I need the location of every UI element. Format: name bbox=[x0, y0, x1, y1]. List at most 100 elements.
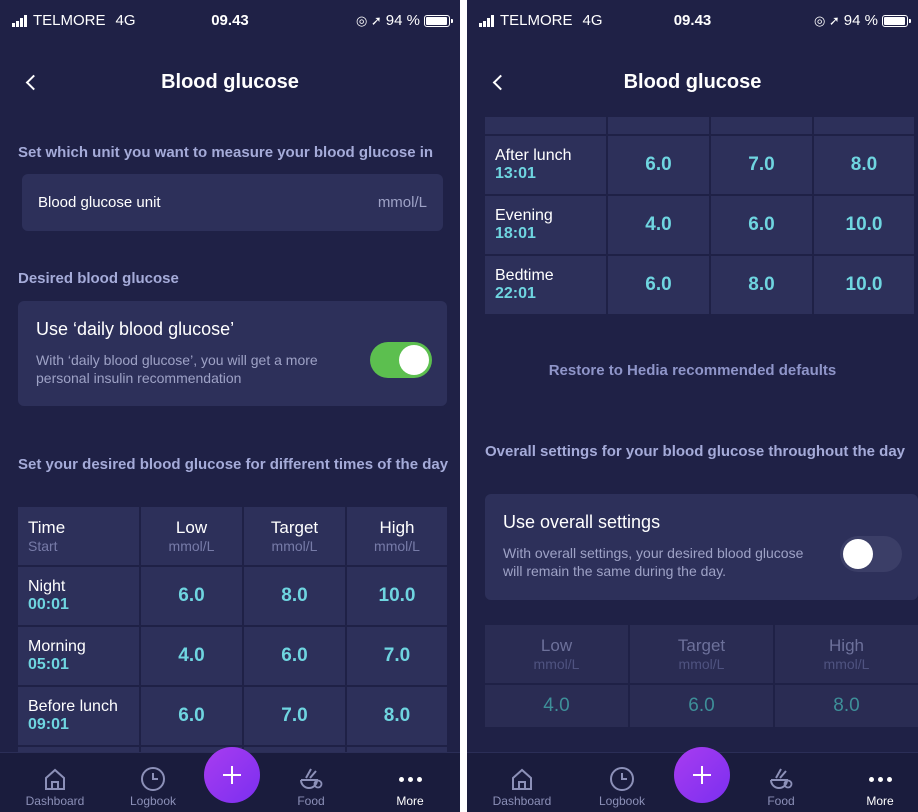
glucose-low-value[interactable]: 6.0 bbox=[141, 567, 242, 625]
overall-value: 8.0 bbox=[775, 685, 918, 727]
time-slot-start: 22:01 bbox=[495, 285, 536, 302]
glucose-target-value[interactable]: 8.0 bbox=[711, 256, 812, 314]
overall-header-cell: Low mmol/L bbox=[485, 625, 628, 683]
glucose-low-value[interactable]: 6.0 bbox=[608, 256, 709, 314]
table-header-cell: Time Start bbox=[18, 507, 139, 565]
daily-glucose-card: Use ‘daily blood glucose’ With ‘daily bl… bbox=[18, 301, 447, 406]
header-label: Target bbox=[270, 518, 319, 537]
time-slot-name: Morning bbox=[28, 638, 86, 655]
time-slot-start: 13:01 bbox=[495, 165, 536, 182]
page-title: Blood glucose bbox=[161, 71, 299, 93]
food-icon bbox=[741, 764, 821, 794]
overall-value: 4.0 bbox=[485, 685, 628, 727]
battery-icon bbox=[882, 14, 911, 27]
time-slot-cell[interactable]: Night 00:01 bbox=[18, 567, 139, 625]
time-slot-cell[interactable]: 11:01 bbox=[485, 117, 606, 134]
more-icon bbox=[370, 764, 450, 794]
home-icon bbox=[482, 764, 562, 794]
daily-glucose-description: With ‘daily blood glucose’, you will get… bbox=[36, 352, 318, 386]
left-screen: TELMORE 4G 09.43 ◎ ➚ 94 % Blood glucose … bbox=[0, 0, 460, 812]
header-sub: mmol/L bbox=[374, 538, 420, 554]
nav-bar: Blood glucose bbox=[0, 44, 460, 120]
clock-icon bbox=[582, 764, 662, 794]
glucose-target-value[interactable]: 8.0 bbox=[244, 567, 345, 625]
glucose-low-value[interactable]: 6.0 bbox=[608, 136, 709, 194]
table-header-cell: Target mmol/L bbox=[244, 507, 345, 565]
header-label: Low bbox=[540, 636, 573, 655]
overall-settings-description: With overall settings, your desired bloo… bbox=[503, 545, 804, 579]
time-slot-name: Bedtime bbox=[495, 267, 554, 284]
time-slot-cell[interactable]: Morning 05:01 bbox=[18, 627, 139, 685]
glucose-high-value[interactable]: 7.0 bbox=[347, 627, 447, 685]
time-slot-name: After lunch bbox=[495, 147, 572, 164]
time-slot-cell[interactable]: Bedtime 22:01 bbox=[485, 256, 606, 314]
tab-logbook[interactable]: Logbook bbox=[582, 764, 662, 808]
glucose-high-value[interactable]: 8.0 bbox=[814, 136, 914, 194]
status-bar: TELMORE 4G 09.43 ◎ ➚ 94 % bbox=[0, 0, 460, 44]
overall-settings-toggle[interactable] bbox=[840, 536, 902, 572]
nav-bar: Blood glucose bbox=[467, 44, 918, 120]
header-label: Low bbox=[175, 518, 208, 537]
tab-bar: Dashboard Logbook Food More bbox=[0, 747, 460, 812]
glucose-target-value[interactable]: 6.0 bbox=[244, 627, 345, 685]
table-header-cell: High mmol/L bbox=[347, 507, 447, 565]
glucose-high-value[interactable]: 10.0 bbox=[814, 256, 914, 314]
header-label: Target bbox=[677, 636, 726, 655]
glucose-high-value[interactable]: 10.0 bbox=[814, 117, 914, 134]
glucose-low-value[interactable]: 4.0 bbox=[608, 196, 709, 254]
glucose-low-value[interactable]: 4.0 bbox=[608, 117, 709, 134]
tab-dashboard[interactable]: Dashboard bbox=[482, 764, 562, 808]
page-title: Blood glucose bbox=[623, 71, 762, 93]
battery-percent: 94 % bbox=[843, 12, 878, 29]
unit-label: Blood glucose unit bbox=[38, 194, 161, 211]
glucose-low-value[interactable]: 6.0 bbox=[141, 687, 242, 745]
time-slot-start: 18:01 bbox=[495, 225, 536, 242]
more-icon bbox=[840, 764, 918, 794]
glucose-high-value[interactable]: 8.0 bbox=[347, 687, 447, 745]
food-icon bbox=[271, 764, 351, 794]
glucose-target-value[interactable]: 7.0 bbox=[244, 687, 345, 745]
overall-settings-title: Use overall settings bbox=[503, 512, 661, 532]
clock-icon bbox=[113, 764, 193, 794]
glucose-target-value[interactable]: 6.0 bbox=[711, 196, 812, 254]
tab-food[interactable]: Food bbox=[271, 764, 351, 808]
unit-section-label: Set which unit you want to measure your … bbox=[18, 144, 434, 161]
home-icon bbox=[15, 764, 95, 794]
glucose-high-value[interactable]: 10.0 bbox=[347, 567, 447, 625]
tab-dashboard[interactable]: Dashboard bbox=[15, 764, 95, 808]
glucose-high-value[interactable]: 10.0 bbox=[814, 196, 914, 254]
add-button[interactable] bbox=[204, 747, 260, 803]
time-slot-name: Night bbox=[28, 578, 66, 595]
header-label: High bbox=[379, 518, 415, 537]
glucose-target-value[interactable]: 7.0 bbox=[711, 136, 812, 194]
location-icon: ◎ ➚ bbox=[355, 12, 382, 28]
unit-value: mmol/L bbox=[377, 194, 427, 211]
overall-settings-card: Use overall settings With overall settin… bbox=[485, 494, 918, 600]
tab-more[interactable]: More bbox=[840, 764, 918, 808]
overall-section-label: Overall settings for your blood glucose … bbox=[485, 443, 906, 460]
restore-defaults-button[interactable]: Restore to Hedia recommended defaults bbox=[467, 362, 918, 379]
header-sub: mmol/L bbox=[271, 538, 318, 554]
add-button[interactable] bbox=[674, 747, 730, 803]
times-section-label: Set your desired blood glucose for diffe… bbox=[18, 456, 449, 473]
daily-glucose-toggle[interactable] bbox=[370, 342, 432, 378]
time-slot-start: 00:01 bbox=[28, 596, 69, 613]
time-slot-cell[interactable]: After lunch 13:01 bbox=[485, 136, 606, 194]
glucose-target-value[interactable]: 6.0 bbox=[711, 117, 812, 134]
time-slot-start: 09:01 bbox=[28, 716, 69, 733]
table-header-cell: Low mmol/L bbox=[141, 507, 242, 565]
time-slot-cell[interactable]: Before lunch 09:01 bbox=[18, 687, 139, 745]
battery-icon bbox=[424, 14, 453, 27]
header-sub: mmol/L bbox=[678, 656, 725, 672]
overall-header-cell: Target mmol/L bbox=[630, 625, 773, 683]
tab-logbook[interactable]: Logbook bbox=[113, 764, 193, 808]
tab-food[interactable]: Food bbox=[741, 764, 821, 808]
right-screen: TELMORE 4G 09.43 ◎ ➚ 94 % Blood glucose … bbox=[467, 0, 918, 812]
glucose-low-value[interactable]: 4.0 bbox=[141, 627, 242, 685]
overall-value: 6.0 bbox=[630, 685, 773, 727]
tab-more[interactable]: More bbox=[370, 764, 450, 808]
header-sub: mmol/L bbox=[168, 538, 215, 554]
time-slot-cell[interactable]: Evening 18:01 bbox=[485, 196, 606, 254]
header-sub: mmol/L bbox=[823, 656, 870, 672]
blood-glucose-unit-row[interactable]: Blood glucose unit mmol/L bbox=[22, 174, 443, 231]
